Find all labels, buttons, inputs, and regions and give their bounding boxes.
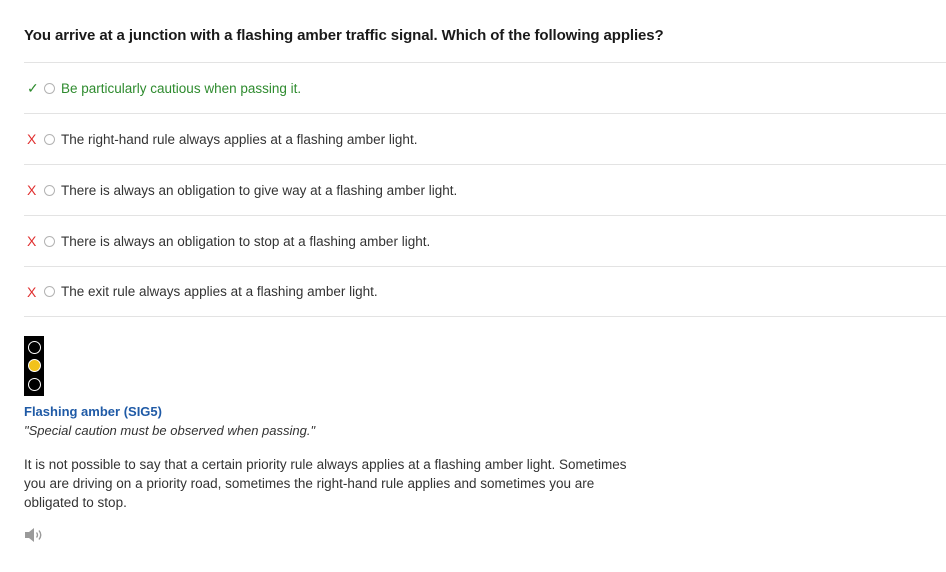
cross-icon: X	[27, 131, 37, 147]
answer-option-5[interactable]: X The exit rule always applies at a flas…	[24, 266, 946, 317]
question-text: You arrive at a junction with a flashing…	[24, 27, 664, 44]
answer-option-4[interactable]: X There is always an obligation to stop …	[24, 215, 946, 266]
cross-icon: X	[27, 182, 37, 198]
speaker-icon[interactable]	[24, 527, 44, 543]
radio-button[interactable]	[44, 184, 55, 196]
bottom-lamp	[27, 378, 41, 392]
top-lamp	[27, 340, 41, 354]
traffic-light-icon	[24, 336, 44, 396]
sign-quote: "Special caution must be observed when p…	[24, 423, 316, 438]
radio-button[interactable]	[44, 235, 55, 247]
radio-button[interactable]	[44, 133, 55, 145]
cross-icon: X	[27, 233, 37, 249]
answer-option-3[interactable]: X There is always an obligation to give …	[24, 164, 946, 215]
answer-label: There is always an obligation to give wa…	[61, 182, 458, 198]
explanation-text: It is not possible to say that a certain…	[24, 457, 627, 510]
answer-option-2[interactable]: X The right-hand rule always applies at …	[24, 113, 946, 164]
answer-options: ✓ Be particularly cautious when passing …	[24, 62, 946, 317]
answer-label: The right-hand rule always applies at a …	[61, 131, 418, 147]
answer-label: Be particularly cautious when passing it…	[61, 80, 302, 96]
radio-button[interactable]	[44, 82, 55, 94]
amber-lamp	[27, 359, 41, 373]
check-icon: ✓	[27, 79, 39, 96]
cross-icon: X	[27, 283, 37, 300]
answer-option-1[interactable]: ✓ Be particularly cautious when passing …	[24, 62, 946, 113]
answer-label: The exit rule always applies at a flashi…	[61, 284, 378, 299]
sign-title: Flashing amber (SIG5)	[24, 404, 162, 419]
radio-button[interactable]	[44, 286, 55, 297]
answer-label: There is always an obligation to stop at…	[61, 233, 431, 249]
